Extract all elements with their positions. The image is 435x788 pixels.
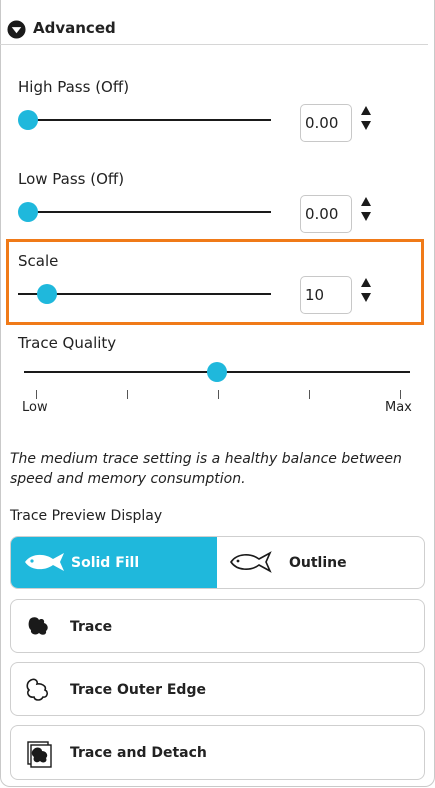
- low-pass-label: Low Pass (Off): [18, 170, 125, 188]
- scale-value-field[interactable]: 10: [300, 276, 352, 314]
- high-pass-value-field[interactable]: 0.00: [300, 104, 352, 142]
- spin-up-icon[interactable]: [361, 106, 371, 115]
- outline-label: Outline: [289, 555, 347, 571]
- tick-mark: [309, 390, 310, 399]
- outline-option[interactable]: Outline: [217, 537, 424, 588]
- section-title: Advanced: [33, 19, 116, 37]
- trace-quality-max-label: Max: [385, 400, 412, 415]
- fish-outline-icon: [230, 551, 272, 573]
- trace-preview-toggle[interactable]: Solid Fill Outline: [10, 536, 425, 589]
- trace-button[interactable]: Trace: [10, 599, 425, 653]
- trace-and-detach-label: Trace and Detach: [70, 745, 207, 761]
- trace-preview-label: Trace Preview Display: [10, 508, 163, 524]
- spin-down-icon[interactable]: [361, 293, 371, 302]
- trace-and-detach-button[interactable]: Trace and Detach: [10, 725, 425, 780]
- tick-mark: [36, 390, 37, 399]
- trace-quality-slider-thumb[interactable]: [207, 362, 227, 382]
- solid-fill-option[interactable]: Solid Fill: [11, 537, 217, 588]
- trace-button-label: Trace: [70, 619, 113, 635]
- low-pass-slider-thumb[interactable]: [18, 202, 38, 222]
- spin-down-icon[interactable]: [361, 121, 371, 130]
- high-pass-slider-track[interactable]: [28, 119, 271, 121]
- tick-mark: [127, 390, 128, 399]
- advanced-section-header[interactable]: Advanced: [0, 8, 428, 45]
- scale-label: Scale: [18, 252, 59, 270]
- trace-quality-label: Trace Quality: [18, 334, 117, 352]
- high-pass-label: High Pass (Off): [18, 78, 130, 96]
- solid-fill-label: Solid Fill: [71, 555, 140, 571]
- scale-slider-thumb[interactable]: [37, 284, 58, 304]
- tick-mark: [400, 390, 401, 399]
- trace-blob-icon: [28, 617, 48, 635]
- spin-down-icon[interactable]: [361, 212, 371, 221]
- trace-quality-description: The medium trace setting is a healthy ba…: [10, 451, 402, 487]
- high-pass-spinner[interactable]: [359, 106, 373, 130]
- low-pass-slider-track[interactable]: [28, 211, 271, 213]
- low-pass-value-field[interactable]: 0.00: [300, 195, 352, 233]
- trace-outer-edge-label: Trace Outer Edge: [70, 682, 206, 698]
- spin-up-icon[interactable]: [361, 197, 371, 206]
- scale-spinner[interactable]: [359, 278, 373, 302]
- high-pass-slider-thumb[interactable]: [18, 110, 38, 130]
- chevron-down-circle-icon: [7, 20, 26, 39]
- trace-quality-min-label: Low: [22, 400, 48, 415]
- spin-up-icon[interactable]: [361, 278, 371, 287]
- tick-mark: [218, 390, 219, 399]
- fish-solid-icon: [25, 553, 64, 571]
- trace-and-detach-icon: [27, 741, 52, 768]
- low-pass-spinner[interactable]: [359, 197, 373, 221]
- trace-outer-edge-icon: [26, 678, 48, 701]
- trace-outer-edge-button[interactable]: Trace Outer Edge: [10, 662, 425, 716]
